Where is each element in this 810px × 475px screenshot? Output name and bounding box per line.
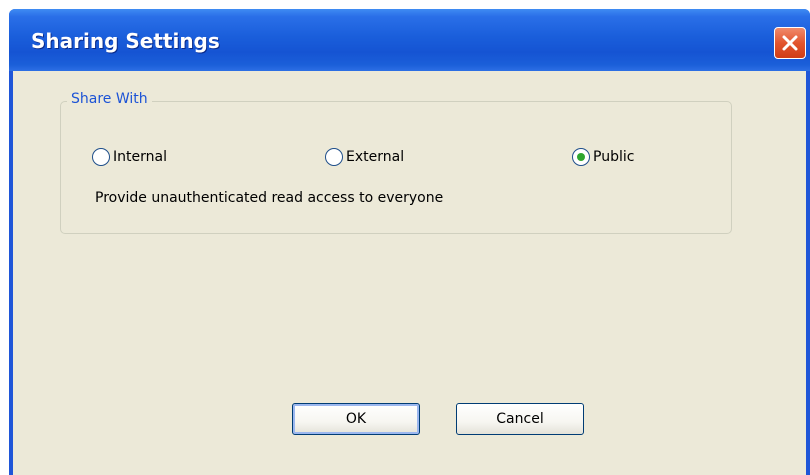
radio-unchecked-icon[interactable] [325, 148, 343, 166]
internal-radio[interactable]: Internal [92, 148, 167, 166]
close-icon [782, 35, 798, 51]
window-title: Sharing Settings [31, 29, 220, 53]
public-radio[interactable]: Public [572, 148, 634, 166]
radio-dot-icon [577, 153, 585, 161]
sharing-settings-dialog: Sharing Settings Share With Internal Ext… [9, 9, 810, 475]
external-radio[interactable]: External [325, 148, 404, 166]
title-bar[interactable]: Sharing Settings [9, 9, 810, 71]
ok-button[interactable]: OK [292, 403, 420, 435]
radio-unchecked-icon[interactable] [92, 148, 110, 166]
public-radio-label[interactable]: Public [593, 149, 634, 165]
cancel-button[interactable]: Cancel [456, 403, 584, 435]
radio-checked-icon[interactable] [572, 148, 590, 166]
external-radio-label[interactable]: External [346, 149, 404, 165]
share-with-legend: Share With [67, 91, 152, 107]
share-with-group: Share With Internal External Public Prov… [60, 91, 732, 234]
close-button[interactable] [774, 27, 806, 59]
share-description: Provide unauthenticated read access to e… [95, 190, 444, 206]
internal-radio-label[interactable]: Internal [113, 149, 167, 165]
